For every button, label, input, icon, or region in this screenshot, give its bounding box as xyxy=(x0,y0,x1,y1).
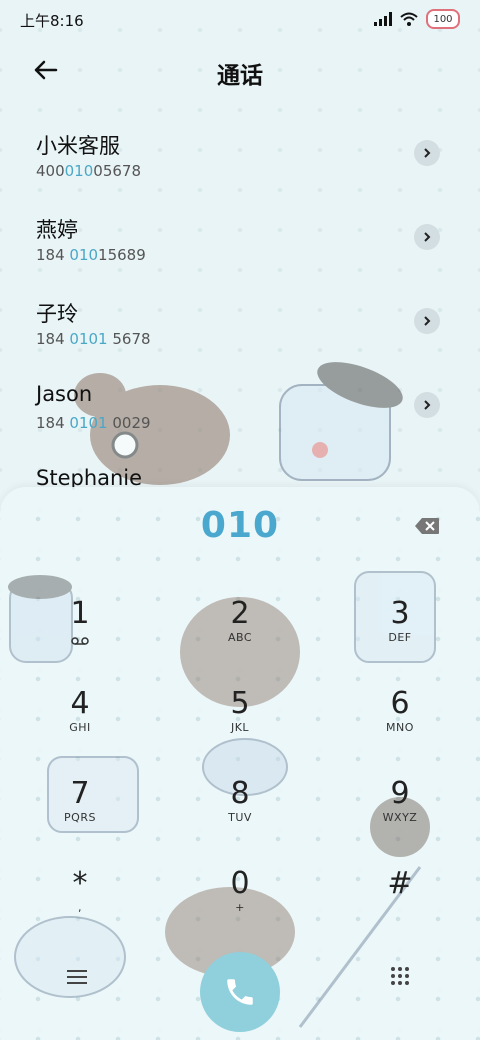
contact-number: 184 0101 0029 xyxy=(36,414,151,432)
key-3[interactable]: 3 DEF xyxy=(340,597,460,677)
key-digit: 6 xyxy=(390,686,410,721)
contact-item[interactable]: 小米客服 40001005678 xyxy=(0,110,480,194)
key-1[interactable]: 1 xyxy=(20,597,140,677)
page-title: 通话 xyxy=(217,63,263,89)
key-letters: + xyxy=(235,901,245,914)
chevron-right-icon[interactable] xyxy=(414,224,440,250)
voicemail-icon xyxy=(71,637,89,645)
contact-name: Jason xyxy=(36,382,93,406)
contact-item[interactable]: 子玲 184 0101 5678 xyxy=(0,278,480,362)
contact-list: 小米客服 40001005678 燕婷 184 01015689 子玲 184 … xyxy=(0,110,480,490)
menu-icon[interactable] xyxy=(66,968,88,986)
status-bar: 上午8:16 100 xyxy=(0,0,480,40)
key-letters: DEF xyxy=(388,631,412,644)
dialed-number: 010 xyxy=(200,505,280,546)
call-button[interactable] xyxy=(200,952,280,1032)
status-icons: 100 xyxy=(374,9,460,29)
key-9[interactable]: 9 WXYZ xyxy=(340,777,460,857)
dialpad-bottom-bar xyxy=(0,920,480,1040)
key-digit: 7 xyxy=(70,776,90,811)
contact-name: 子玲 xyxy=(36,302,78,326)
contact-name: 小米客服 xyxy=(36,134,120,158)
key-8[interactable]: 8 TUV xyxy=(180,777,300,857)
key-7[interactable]: 7 PQRS xyxy=(20,777,140,857)
backspace-icon[interactable] xyxy=(414,517,440,535)
contact-item[interactable]: Stephanie xyxy=(0,446,480,490)
dialpad-sheet: 010 1 2 ABC 3 DEF 4 GHI 5 JKL 6 MNO 7 PQ… xyxy=(0,487,480,1040)
key-digit: 2 xyxy=(230,596,250,631)
key-letters: JKL xyxy=(230,721,250,734)
key-2[interactable]: 2 ABC xyxy=(180,597,300,677)
contact-number: 184 01015689 xyxy=(36,246,146,264)
status-time: 上午8:16 xyxy=(20,12,84,30)
key-letters: ABC xyxy=(227,631,253,644)
key-5[interactable]: 5 JKL xyxy=(180,687,300,767)
key-letters: GHI xyxy=(69,721,91,734)
header: 通话 xyxy=(0,40,480,100)
key-letters: PQRS xyxy=(64,811,96,824)
contact-number: 184 0101 5678 xyxy=(36,330,151,348)
contact-number: 40001005678 xyxy=(36,162,141,180)
battery-indicator: 100 xyxy=(426,9,460,29)
wifi-icon xyxy=(400,12,418,26)
dialpad-grid-icon[interactable] xyxy=(390,966,410,986)
key-digit: 4 xyxy=(70,686,90,721)
key-letters: MNO xyxy=(386,721,414,734)
key-digit: 1 xyxy=(70,596,90,631)
key-digit: 3 xyxy=(390,596,410,631)
contact-item[interactable]: Jason 184 0101 0029 xyxy=(0,362,480,446)
key-digit: * xyxy=(72,866,88,901)
key-4[interactable]: 4 GHI xyxy=(20,687,140,767)
contact-item[interactable]: 燕婷 184 01015689 xyxy=(0,194,480,278)
contact-name: 燕婷 xyxy=(36,218,78,242)
key-letters: , xyxy=(78,901,82,914)
chevron-right-icon[interactable] xyxy=(414,140,440,166)
chevron-right-icon[interactable] xyxy=(414,308,440,334)
key-digit: 5 xyxy=(230,686,250,721)
key-letters: TUV xyxy=(228,811,252,824)
key-digit: 0 xyxy=(230,866,250,901)
chevron-right-icon[interactable] xyxy=(414,392,440,418)
key-6[interactable]: 6 MNO xyxy=(340,687,460,767)
signal-icon xyxy=(374,12,392,26)
key-digit: 8 xyxy=(230,776,250,811)
key-digit: # xyxy=(387,866,413,901)
key-letters: WXYZ xyxy=(382,811,418,824)
phone-icon xyxy=(227,979,253,1005)
key-digit: 9 xyxy=(390,776,410,811)
